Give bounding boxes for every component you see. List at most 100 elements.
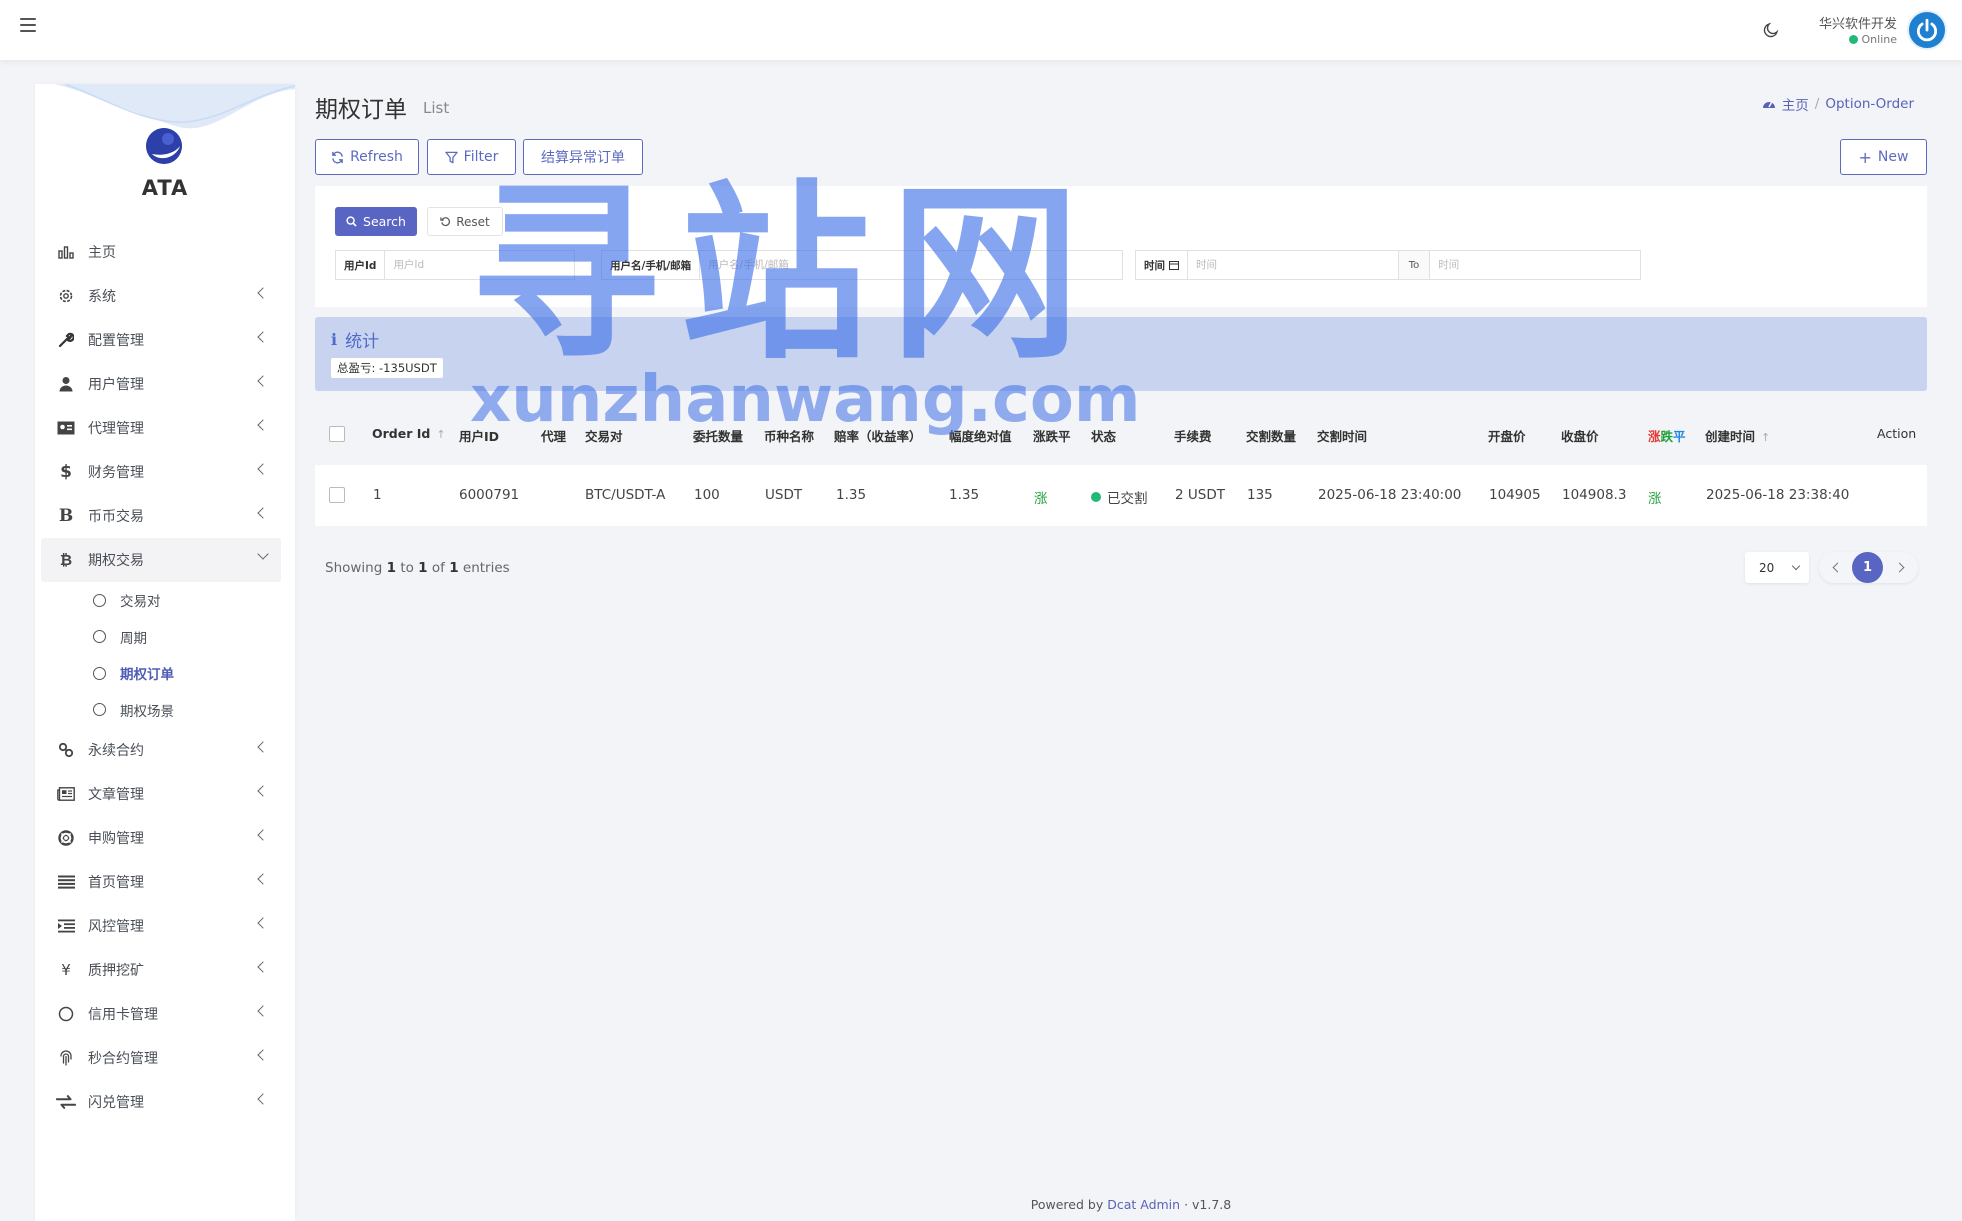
sidebar-item-label: 永续合约 bbox=[88, 743, 144, 759]
status-text: 已交割 bbox=[1107, 491, 1148, 507]
sidebar-item-credit-card[interactable]: 信用卡管理 bbox=[41, 992, 281, 1036]
user-name[interactable]: 华兴软件开发 bbox=[1819, 13, 1897, 32]
circle-icon bbox=[93, 703, 106, 717]
column-header: 开盘价 bbox=[1488, 429, 1526, 444]
dollar-icon: $ bbox=[60, 462, 72, 482]
time-end-input[interactable] bbox=[1430, 251, 1640, 279]
sort-arrow-icon[interactable]: ↑ bbox=[1761, 431, 1770, 444]
sidebar-item-flash-exchange[interactable]: 闪兑管理 bbox=[41, 1080, 281, 1124]
user-icon bbox=[56, 375, 76, 393]
plus-icon: + bbox=[1858, 147, 1872, 167]
sidebar-item-perpetual[interactable]: 永续合约 bbox=[41, 728, 281, 772]
row-checkbox[interactable] bbox=[329, 487, 345, 503]
avatar[interactable] bbox=[1907, 10, 1947, 50]
cell-created-at: 2025-06-18 23:38:40 bbox=[1706, 487, 1850, 503]
hamburger-menu-icon[interactable] bbox=[20, 18, 36, 32]
chevron-left-icon bbox=[257, 287, 269, 299]
sidebar-item-homepage[interactable]: 首页管理 bbox=[41, 860, 281, 904]
per-page-select[interactable]: 20 bbox=[1745, 552, 1809, 583]
chevron-left-icon bbox=[257, 961, 269, 973]
column-header-label: Order Id bbox=[372, 426, 431, 441]
sidebar-subitem-option-orders[interactable]: 期权订单 bbox=[41, 655, 281, 692]
sort-arrow-icon[interactable]: ↑ bbox=[436, 428, 445, 441]
column-header: 收盘价 bbox=[1561, 429, 1599, 444]
sidebar-item-options[interactable]: ₿ 期权交易 bbox=[41, 538, 281, 582]
sidebar-item-finance[interactable]: $ 财务管理 bbox=[41, 450, 281, 494]
prev-page-icon[interactable] bbox=[1832, 562, 1843, 573]
sidebar-item-home[interactable]: 主页 bbox=[41, 230, 281, 274]
footer: Powered by Dcat Admin · v1.7.8 bbox=[0, 1197, 1962, 1212]
column-header: 手续费 bbox=[1174, 429, 1212, 444]
column-header[interactable]: 创建时间 ↑ bbox=[1705, 426, 1770, 445]
new-button[interactable]: + New bbox=[1840, 139, 1927, 175]
column-header[interactable]: Order Id ↑ bbox=[372, 426, 446, 441]
circle-icon bbox=[93, 666, 106, 680]
link-icon bbox=[56, 741, 76, 759]
search-icon bbox=[346, 216, 357, 227]
pagination: 1 bbox=[1819, 552, 1918, 583]
chevron-left-icon bbox=[257, 829, 269, 841]
id-card-icon bbox=[56, 419, 76, 437]
sidebar-item-label: 质押挖矿 bbox=[88, 963, 144, 979]
footer-version: v1.7.8 bbox=[1192, 1197, 1232, 1212]
footer-brand-link[interactable]: Dcat Admin bbox=[1107, 1197, 1180, 1212]
chevron-left-icon bbox=[257, 741, 269, 753]
sidebar-subitem-period[interactable]: 周期 bbox=[41, 619, 281, 656]
sidebar-item-spot[interactable]: B 币币交易 bbox=[41, 494, 281, 538]
cell-delivery-qty: 135 bbox=[1247, 487, 1273, 503]
sidebar-item-users[interactable]: 用户管理 bbox=[41, 362, 281, 406]
cell-currency: USDT bbox=[765, 487, 803, 503]
indent-icon bbox=[56, 917, 76, 935]
circle-icon bbox=[56, 1005, 76, 1023]
showing-to-word: to bbox=[400, 560, 414, 576]
time-label-text: 时间 bbox=[1144, 259, 1165, 272]
undo-icon bbox=[440, 217, 451, 227]
sidebar-item-articles[interactable]: 文章管理 bbox=[41, 772, 281, 816]
sidebar-subitem-option-scenes[interactable]: 期权场景 bbox=[41, 692, 281, 729]
time-start-input[interactable] bbox=[1188, 251, 1398, 279]
sidebar-item-agents[interactable]: 代理管理 bbox=[41, 406, 281, 450]
sidebar-item-risk[interactable]: 风控管理 bbox=[41, 904, 281, 948]
sidebar-subitem-label: 交易对 bbox=[120, 594, 161, 611]
dark-mode-toggle-icon[interactable] bbox=[1762, 21, 1780, 39]
next-page-icon[interactable] bbox=[1894, 562, 1905, 573]
breadcrumb-home[interactable]: 主页 bbox=[1782, 94, 1809, 114]
sidebar-item-label: 配置管理 bbox=[88, 333, 144, 349]
column-header-direction: 涨跌平 bbox=[1648, 426, 1686, 445]
sidebar-subitem-pairs[interactable]: 交易对 bbox=[41, 582, 281, 619]
time-to-label: To bbox=[1397, 251, 1431, 279]
total-profit-badge: 总盈亏: -135USDT bbox=[331, 358, 443, 378]
chevron-left-icon bbox=[257, 331, 269, 343]
search-button[interactable]: Search bbox=[335, 207, 417, 236]
refresh-icon bbox=[332, 151, 343, 163]
sidebar-item-system[interactable]: 系统 bbox=[41, 274, 281, 318]
sidebar-item-staking[interactable]: ¥ 质押挖矿 bbox=[41, 948, 281, 992]
cell-close-price: 104908.3 bbox=[1562, 487, 1627, 503]
sidebar-item-subscription[interactable]: 申购管理 bbox=[41, 816, 281, 860]
sidebar-subitem-label: 期权场景 bbox=[120, 703, 174, 720]
sidebar: ATA 主页 系统 配置管理 用户管理 代理管理 $ 财务管理 B 币币交易 ₿… bbox=[35, 84, 295, 1221]
chevron-left-icon bbox=[257, 1005, 269, 1017]
sidebar-item-label: 期权交易 bbox=[88, 553, 144, 569]
sidebar-wave-decoration bbox=[35, 84, 295, 129]
breadcrumb-current: Option-Order bbox=[1825, 96, 1914, 112]
breadcrumb-separator: / bbox=[1814, 96, 1820, 112]
page-button-current[interactable]: 1 bbox=[1852, 552, 1883, 583]
sidebar-item-label: 秒合约管理 bbox=[88, 1051, 158, 1067]
sidebar-item-label: 财务管理 bbox=[88, 465, 144, 481]
sidebar-item-label: 代理管理 bbox=[88, 421, 144, 437]
calendar-icon bbox=[1169, 261, 1179, 270]
sidebar-item-config[interactable]: 配置管理 bbox=[41, 318, 281, 362]
chevron-left-icon bbox=[257, 1049, 269, 1061]
select-all-checkbox[interactable] bbox=[329, 426, 345, 442]
chevron-left-icon bbox=[257, 1093, 269, 1105]
watermark-en: xunzhanwang.com bbox=[470, 363, 1141, 437]
chevron-left-icon bbox=[257, 873, 269, 885]
chevron-left-icon bbox=[257, 785, 269, 797]
sidebar-item-seconds-contract[interactable]: 秒合约管理 bbox=[41, 1036, 281, 1080]
refresh-button[interactable]: Refresh bbox=[315, 139, 419, 175]
sidebar-subitem-label: 期权订单 bbox=[120, 667, 174, 684]
cell-range: 1.35 bbox=[949, 487, 980, 503]
online-dot-icon bbox=[1848, 35, 1858, 44]
chevron-left-icon bbox=[257, 463, 269, 475]
